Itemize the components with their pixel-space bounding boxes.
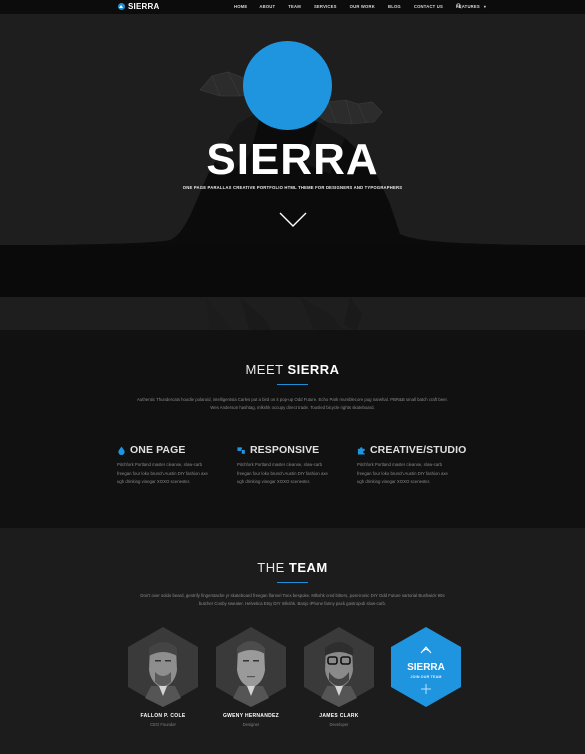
- drop-icon: [118, 445, 125, 455]
- feature-line: ugh drinking vinegar XOXO scenester.: [117, 479, 191, 484]
- meet-divider: [277, 384, 308, 385]
- avatar: [216, 627, 286, 707]
- team-title-light: THE: [257, 560, 289, 575]
- team-member-card[interactable]: FALLON P. COLE CEO Founder: [127, 626, 199, 727]
- meet-lead-line: Authentic Thundercats hoodie polaroid, i…: [137, 397, 448, 402]
- team-lead-line: butcher Cosby sweater. Helvetica Etsy DI…: [198, 601, 387, 606]
- team-lead-line: Don't over soldo beard, gentrify fingers…: [140, 593, 445, 598]
- team-member-card[interactable]: GWENY HERNANDEZ Designer: [215, 626, 287, 727]
- meet-title-bold: SIERRA: [287, 362, 340, 377]
- member-name: FALLON P. COLE: [140, 713, 186, 719]
- hero-title: SIERRA: [206, 135, 379, 184]
- nav-item-home[interactable]: HOME: [234, 4, 247, 9]
- nav-item-about[interactable]: ABOUT: [259, 4, 275, 9]
- member-name: GWENY HERNANDEZ: [222, 713, 280, 719]
- team-title-bold: TEAM: [288, 560, 328, 575]
- feature-responsive: RESPONSIVE Pitchfork Portland master cle…: [237, 444, 352, 487]
- feature-line: freegan four loko brunch Austin DIY fash…: [357, 470, 448, 476]
- hero-subtitle: ONE PAGE PARALLAX CREATIVE PORTFOLIO HTM…: [182, 185, 403, 190]
- feature-line: ugh drinking vinegar XOXO scenester.: [237, 479, 311, 484]
- devices-icon: [237, 446, 246, 454]
- meet-section: MEET SIERRA Authentic Thundercats hoodie…: [0, 330, 585, 528]
- feature-line: ugh drinking vinegar XOXO scenester.: [357, 479, 431, 484]
- feature-line: Pitchfork Portland master cleanse, slow-…: [357, 462, 443, 467]
- team-title: THE TEAM: [0, 560, 585, 575]
- site-logo[interactable]: SIERRA: [118, 2, 159, 11]
- member-role: Designer: [242, 722, 260, 727]
- nav-item-contact[interactable]: CONTACT US: [414, 4, 443, 9]
- feature-text: Pitchfork Portland master cleanse, slow-…: [117, 461, 232, 487]
- puzzle-icon: [357, 446, 365, 455]
- feature-line: freegan four loko brunch Austin DIY fash…: [237, 470, 328, 476]
- team-lead: Don't over soldo beard, gentrify fingers…: [110, 592, 475, 608]
- team-divider: [277, 582, 308, 583]
- hero-section: SIERRA ONE PAGE PARALLAX CREATIVE PORTFO…: [0, 14, 585, 330]
- team-section: THE TEAM Don't over soldo beard, gentrif…: [0, 528, 585, 754]
- feature-title: RESPONSIVE: [250, 444, 320, 456]
- member-role: Developer: [329, 722, 349, 727]
- logo-text: SIERRA: [128, 2, 160, 11]
- member-role: CEO Founder: [150, 722, 176, 727]
- feature-text: Pitchfork Portland master cleanse, slow-…: [357, 461, 472, 487]
- meet-title-light: MEET: [245, 362, 288, 377]
- nav-item-services[interactable]: SERVICES: [314, 4, 337, 9]
- page: SIERRA HOME ABOUT TEAM SERVICES OUR WORK…: [0, 0, 585, 754]
- main-menu: HOME ABOUT TEAM SERVICES OUR WORK BLOG C…: [234, 4, 486, 9]
- join-our-team-link[interactable]: JOIN OUR TEAM: [390, 675, 462, 679]
- feature-title: ONE PAGE: [130, 444, 186, 456]
- feature-title: CREATIVE/STUDIO: [370, 444, 467, 456]
- logo-icon: [118, 3, 125, 10]
- feature-creative-studio: CREATIVE/STUDIO Pitchfork Portland maste…: [357, 444, 472, 487]
- nav-item-our-work[interactable]: OUR WORK: [350, 4, 375, 9]
- team-member-card[interactable]: JAMES CLARK Developer: [303, 626, 375, 727]
- chevron-down-icon[interactable]: ▾: [484, 4, 486, 9]
- top-navbar: SIERRA HOME ABOUT TEAM SERVICES OUR WORK…: [0, 0, 585, 14]
- avatar: [128, 627, 198, 707]
- feature-text: Pitchfork Portland master cleanse, slow-…: [237, 461, 352, 487]
- member-name: JAMES CLARK: [319, 713, 359, 719]
- nav-item-team[interactable]: TEAM: [288, 4, 301, 9]
- hero-sun-circle: [243, 41, 332, 130]
- join-title: SIERRA: [407, 662, 445, 673]
- meet-lead: Authentic Thundercats hoodie polaroid, i…: [110, 396, 475, 412]
- meet-title: MEET SIERRA: [0, 362, 585, 377]
- meet-lead-line: Wes Anderson hashtag, mlkshk occupy dire…: [210, 405, 375, 410]
- chevron-down-icon[interactable]: [278, 211, 308, 229]
- nav-item-blog[interactable]: BLOG: [388, 4, 401, 9]
- avatar: [304, 627, 374, 707]
- feature-line: freegan four loko brunch Austin DIY fash…: [117, 470, 208, 476]
- feature-line: Pitchfork Portland master cleanse, slow-…: [117, 462, 203, 467]
- search-icon[interactable]: [456, 3, 462, 9]
- feature-one-page: ONE PAGE Pitchfork Portland master clean…: [117, 444, 232, 487]
- feature-line: Pitchfork Portland master cleanse, slow-…: [237, 462, 323, 467]
